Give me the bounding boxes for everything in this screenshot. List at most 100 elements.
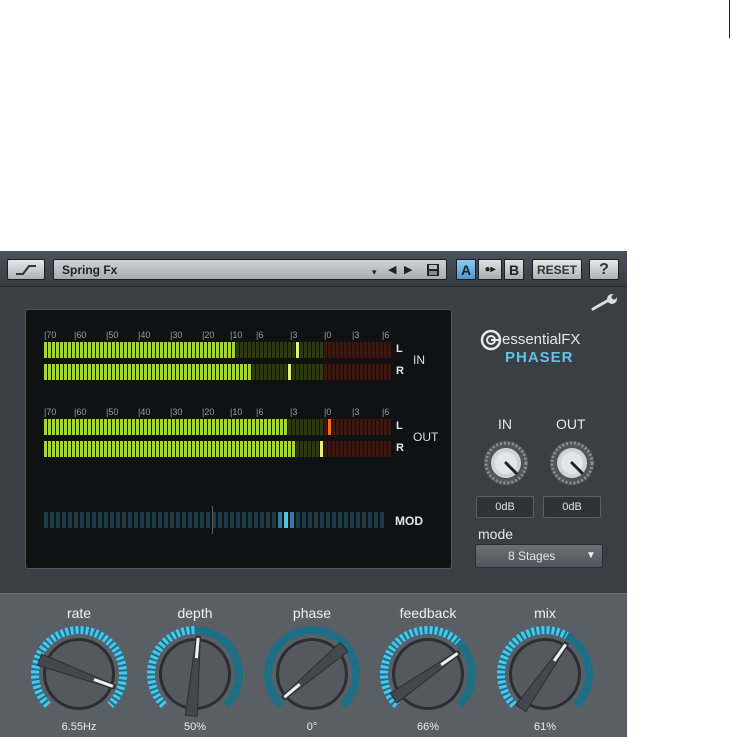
meter-segment [104, 419, 107, 435]
meter-segment [300, 342, 303, 358]
meter-segment [152, 364, 155, 380]
meter-scale-label: |3 [290, 407, 298, 417]
meter-segment [360, 419, 363, 435]
wrench-icon[interactable] [590, 293, 620, 313]
meter-segment [344, 364, 347, 380]
meter-segment [92, 441, 95, 457]
modulation-segment [134, 512, 138, 528]
meter-segment [344, 419, 347, 435]
modulation-segment [170, 512, 174, 528]
meter-segment [92, 419, 95, 435]
param-label-phase: phase [292, 605, 332, 621]
meter-segment [156, 342, 159, 358]
meter-segment [384, 441, 387, 457]
ab-a-button[interactable]: A [456, 259, 476, 280]
meter-segment [260, 441, 263, 457]
modulation-segment [80, 512, 84, 528]
meter-segment [184, 342, 187, 358]
save-icon[interactable] [426, 263, 440, 277]
meter-segment [380, 342, 383, 358]
meter-segment [228, 342, 231, 358]
meter-segment [152, 441, 155, 457]
next-preset-icon[interactable]: ▶ [404, 263, 412, 277]
mode-select[interactable]: 8 Stages ▼ [475, 544, 603, 568]
meter-segment [128, 419, 131, 435]
meter-scale-label: |40 [138, 330, 151, 340]
meter-segment [256, 441, 259, 457]
meter-segment [288, 441, 291, 457]
meter-segment [352, 342, 355, 358]
ab-b-button[interactable]: B [504, 259, 524, 280]
meter-segment [216, 419, 219, 435]
meter-segment [84, 441, 87, 457]
meter-segment [128, 342, 131, 358]
meter-segment [340, 419, 343, 435]
param-label-feedback: feedback [399, 605, 457, 621]
meter-segment [140, 441, 143, 457]
prev-preset-icon[interactable]: ◀ [388, 263, 396, 277]
meter-peak-marker [296, 342, 299, 358]
meter-segment [332, 342, 335, 358]
meter-scale-in: |70 |60 |50 |40 |30 |20 |10 |6 |3 |0 |3 |6 [44, 330, 396, 342]
param-label-mix: mix [534, 605, 556, 621]
help-button[interactable]: ? [589, 259, 619, 280]
modulation-segment [194, 512, 198, 528]
meter-segment [324, 441, 327, 457]
meter-segment [228, 364, 231, 380]
reset-button[interactable]: RESET [532, 259, 582, 280]
meter-scale-label: |6 [256, 407, 264, 417]
param-knob-phase[interactable] [262, 624, 362, 724]
input-gain-knob[interactable] [483, 440, 529, 486]
modulation-segment [116, 512, 120, 528]
meter-segment [104, 364, 107, 380]
preset-selector[interactable]: Spring Fx ▾ ◀ ▶ [53, 259, 447, 280]
input-gain-value[interactable]: 0dB [476, 496, 534, 518]
meter-segment [340, 441, 343, 457]
ab-copy-button[interactable]: ●▸ [478, 259, 502, 280]
meter-segment [140, 342, 143, 358]
meter-segment [188, 419, 191, 435]
meter-segment [56, 441, 59, 457]
meter-segment [264, 342, 267, 358]
bypass-switch-icon [16, 264, 36, 275]
meter-segment [120, 441, 123, 457]
meter-segment [340, 342, 343, 358]
meter-segment [80, 419, 83, 435]
meter-segment [200, 441, 203, 457]
meter-segment [196, 342, 199, 358]
param-knob-depth[interactable] [145, 624, 245, 724]
preset-dropdown-icon[interactable]: ▾ [372, 265, 377, 279]
meter-segment [116, 419, 119, 435]
meter-segment [160, 364, 163, 380]
meter-segment [96, 441, 99, 457]
meter-segment [116, 342, 119, 358]
meter-segment [388, 364, 391, 380]
meter-segment [72, 419, 75, 435]
meter-segment [164, 419, 167, 435]
param-knob-rate[interactable] [29, 624, 129, 724]
output-gain-knob[interactable] [549, 440, 595, 486]
meter-segment [232, 441, 235, 457]
meter-segment [304, 419, 307, 435]
meter-segment [376, 419, 379, 435]
meter-scale-label: |20 [202, 330, 215, 340]
meter-segment [148, 419, 151, 435]
meter-segment [316, 364, 319, 380]
param-knob-feedback[interactable] [378, 624, 478, 724]
meter-segment [236, 419, 239, 435]
meter-scale-label: |50 [106, 330, 119, 340]
modulation-segment [332, 512, 336, 528]
meter-segment [364, 342, 367, 358]
meter-segment [136, 342, 139, 358]
modulation-segment [152, 512, 156, 528]
meter-segment [148, 441, 151, 457]
bypass-button[interactable] [7, 259, 45, 280]
meter-segment [176, 419, 179, 435]
mode-value: 8 Stages [508, 549, 556, 563]
output-gain-value[interactable]: 0dB [543, 496, 601, 518]
meter-segment [136, 364, 139, 380]
meter-scale-label: |40 [138, 407, 151, 417]
modulation-segment [140, 512, 144, 528]
param-knob-mix[interactable] [495, 624, 595, 724]
meter-segment [208, 441, 211, 457]
